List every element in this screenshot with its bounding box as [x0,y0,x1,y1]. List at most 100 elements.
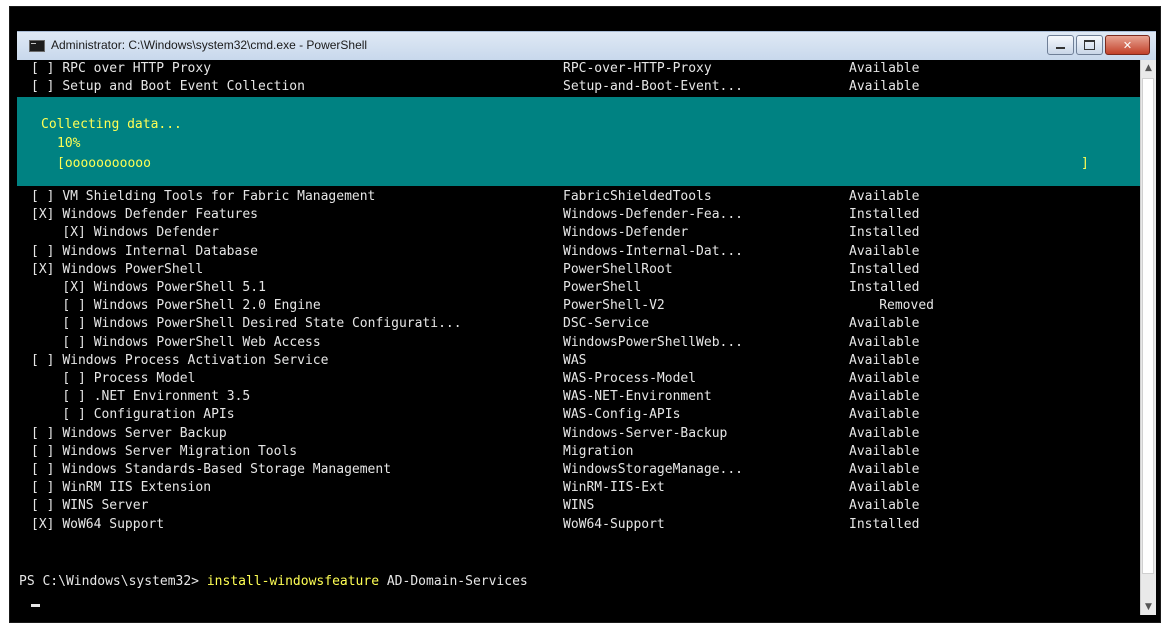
feature-display-name: [X] Windows PowerShell 5.1 [62,279,266,297]
scroll-thumb[interactable] [1142,78,1154,574]
feature-display-name: [X] Windows PowerShell [31,261,203,279]
install-state: Available [849,371,920,386]
vertical-scrollbar[interactable]: ▲ ▼ [1140,60,1156,615]
feature-id: Windows-Defender-Fea... [563,207,744,223]
text-cursor [31,604,40,607]
feature-checkbox: [X] [31,516,55,532]
prompt-path: PS C:\Windows\system32> [19,574,200,589]
feature-display-name: [ ] .NET Environment 3.5 [62,388,250,406]
install-state: Available [849,462,920,477]
feature-id: Migration [563,443,634,459]
feature-display-name: [ ] Windows Standards-Based Storage Mana… [31,461,391,479]
feature-name: .NET Environment 3.5 [93,389,251,405]
progress-bar-fill: ooooooooooo [64,156,151,171]
install-state: Available [849,316,920,332]
install-state: Available [849,189,920,204]
feature-display-name: [ ] Windows Server Backup [31,425,227,443]
feature-name: WinRM IIS Extension [62,480,212,496]
feature-name: Windows Defender Features [62,207,258,223]
feature-name: Windows Defender [93,225,219,241]
feature-checkbox: [ ] [31,79,55,95]
install-state: Installed [849,207,920,223]
install-state: Available [849,407,920,423]
install-state: Available [849,61,920,76]
feature-id: RPC-over-HTTP-Proxy [563,61,712,76]
feature-name: WINS Server [62,498,149,514]
feature-name: Windows PowerShell [62,261,204,277]
feature-id: WinRM-IIS-Ext [563,480,665,496]
progress-activity: Collecting data... [41,117,182,132]
feature-id: PowerShellRoot [563,261,673,277]
feature-checkbox: [ ] [62,371,86,386]
feature-display-name: [X] Windows Defender [62,224,219,242]
progress-percent: 10% [57,136,81,151]
feature-display-name: [ ] Windows Process Activation Service [31,352,328,370]
feature-checkbox: [ ] [62,316,86,332]
feature-name: Process Model [93,371,196,386]
feature-id: WindowsStorageManage... [563,462,744,477]
feature-display-name: [ ] Windows PowerShell Desired State Con… [62,315,461,333]
feature-checkbox: [ ] [31,61,55,76]
feature-name: Windows PowerShell 5.1 [93,280,266,295]
feature-id: WAS [563,352,587,368]
maximize-icon [1084,40,1095,50]
scroll-up-icon[interactable]: ▲ [1141,60,1156,76]
feature-display-name: [ ] RPC over HTTP Proxy [31,60,211,78]
install-state: Available [849,334,920,350]
install-state: Available [849,425,920,441]
command-prompt[interactable]: PS C:\Windows\system32> install-windowsf… [19,573,528,591]
cmd-icon [29,40,45,52]
feature-id: Windows-Defender [563,225,689,241]
feature-display-name: [ ] Windows PowerShell 2.0 Engine [62,297,320,315]
minimize-button[interactable] [1047,35,1074,55]
feature-id: Windows-Internal-Dat... [563,243,744,259]
feature-checkbox: [X] [62,280,86,295]
feature-checkbox: [ ] [31,462,55,477]
feature-id: WINS [563,498,595,514]
feature-name: Configuration APIs [93,407,235,423]
install-state: Available [849,79,920,95]
install-state: Available [849,352,920,368]
install-state: Installed [849,261,920,277]
install-state: Available [849,498,920,514]
install-state: Available [849,443,920,459]
feature-name: RPC over HTTP Proxy [62,61,212,76]
minimize-icon [1056,47,1065,49]
feature-checkbox: [ ] [31,498,55,514]
feature-id: WoW64-Support [563,516,665,532]
prompt-command: install-windowsfeature [206,574,380,589]
close-icon: ✕ [1122,38,1133,52]
feature-checkbox: [ ] [62,407,86,423]
title-bar[interactable]: Administrator: C:\Windows\system32\cmd.e… [17,31,1156,60]
maximize-button[interactable] [1076,35,1103,55]
feature-id: WAS-Process-Model [563,371,697,386]
feature-display-name: [ ] WinRM IIS Extension [31,479,211,497]
close-button[interactable]: ✕ [1105,35,1150,55]
feature-display-name: [X] WoW64 Support [31,516,164,534]
feature-id: Setup-and-Boot-Event... [563,79,744,95]
feature-name: Windows PowerShell Desired State Configu… [93,316,462,332]
feature-id: PowerShell [563,280,642,295]
progress-bar: [ooooooooooo [57,156,151,171]
feature-name: VM Shielding Tools for Fabric Management [62,189,376,204]
feature-name: WoW64 Support [62,516,165,532]
feature-id: PowerShell-V2 [563,298,665,314]
feature-checkbox: [ ] [62,298,86,314]
feature-checkbox: [ ] [31,352,55,368]
feature-display-name: [X] Windows Defender Features [31,206,258,224]
prompt-argument: AD-Domain-Services [386,574,528,589]
progress-bar-start: [ [57,156,65,171]
feature-id: WAS-NET-Environment [563,389,712,405]
feature-display-name: [ ] WINS Server [31,497,148,515]
feature-name: Windows Server Migration Tools [62,443,298,459]
feature-checkbox: [X] [31,261,55,277]
scroll-down-icon[interactable]: ▼ [1141,599,1156,615]
progress-bar-end: ] [1081,156,1089,171]
feature-display-name: [ ] VM Shielding Tools for Fabric Manage… [31,188,375,206]
feature-checkbox: [ ] [31,243,55,259]
feature-name: Windows Server Backup [62,425,227,441]
feature-name: Windows Internal Database [62,243,258,259]
install-state: Removed [879,298,934,314]
window-title: Administrator: C:\Windows\system32\cmd.e… [51,38,368,52]
feature-name: Windows Process Activation Service [62,352,329,368]
